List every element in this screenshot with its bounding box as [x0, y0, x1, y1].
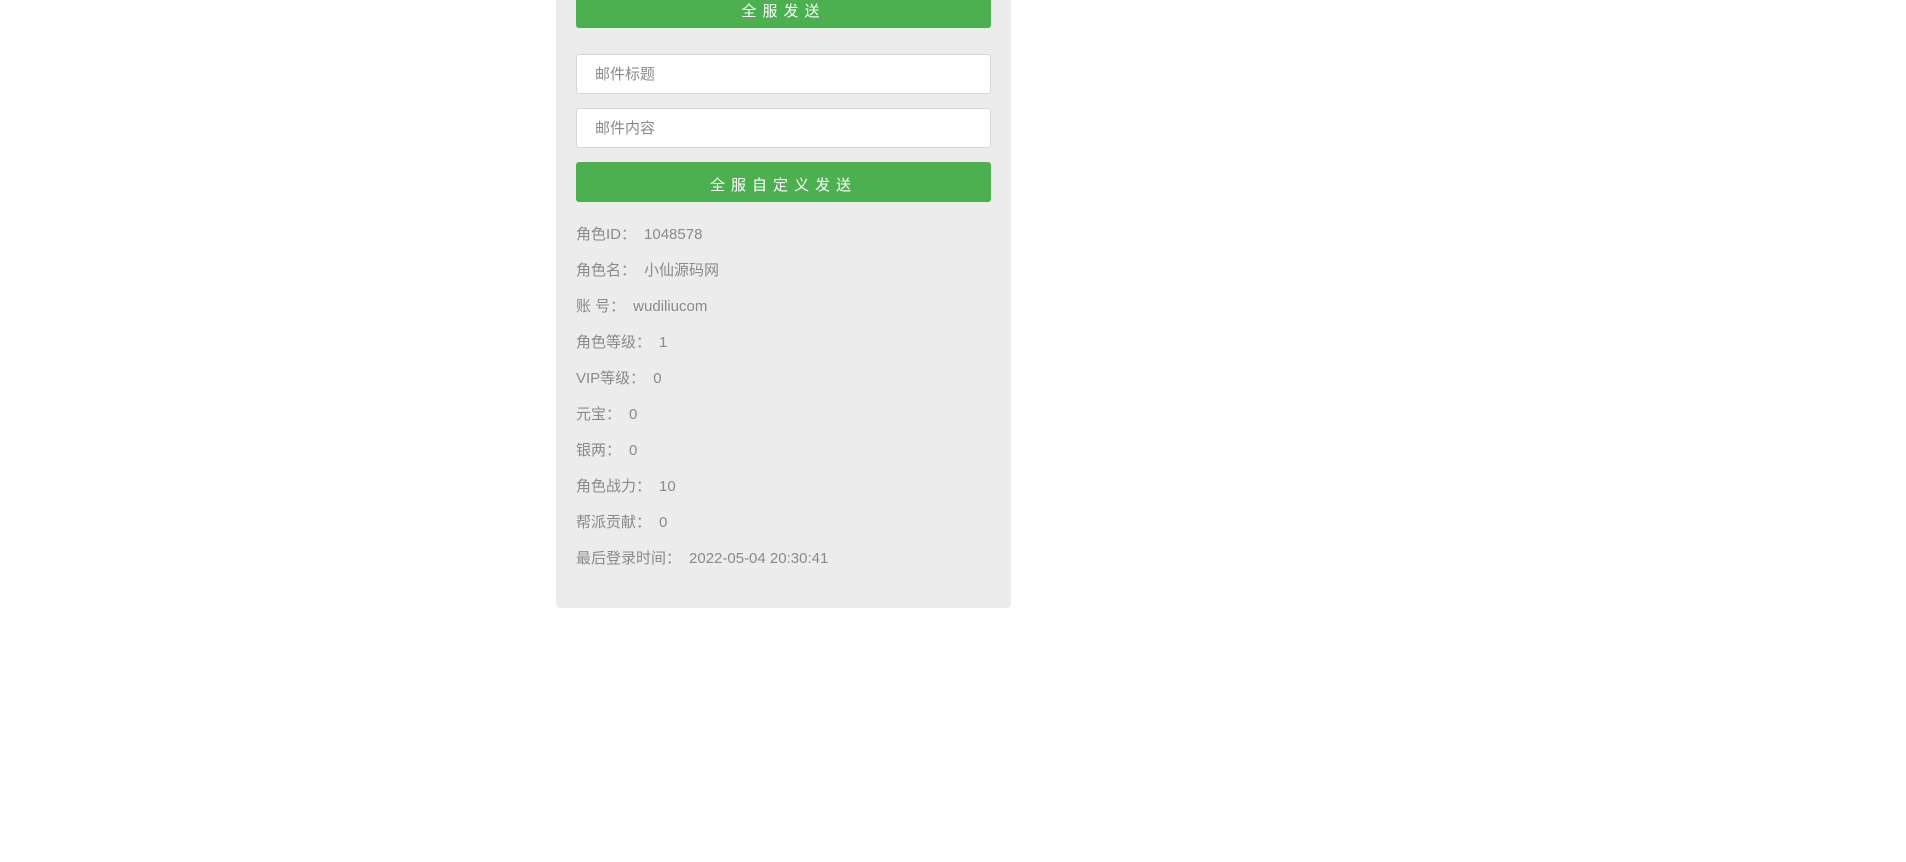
vip-level-row: VIP等级： 0 — [576, 370, 991, 388]
character-info-list: 角色ID： 1048578 角色名： 小仙源码网 账 号： wudiliucom 角色… — [576, 226, 991, 568]
mail-content-input[interactable] — [576, 108, 991, 148]
account-value: wudiliucom — [633, 298, 707, 315]
silver-row: 银两： 0 — [576, 442, 991, 460]
yuanbao-row: 元宝： 0 — [576, 406, 991, 424]
guild-row: 帮派贡献： 0 — [576, 514, 991, 532]
role-name-label: 角色名： — [576, 262, 636, 279]
role-name-value: 小仙源码网 — [644, 262, 719, 279]
account-row: 账 号： wudiliucom — [576, 298, 991, 316]
power-value: 10 — [659, 478, 676, 495]
power-label: 角色战力： — [576, 478, 651, 495]
role-level-value: 1 — [659, 334, 667, 351]
role-level-label: 角色等级： — [576, 334, 651, 351]
power-row: 角色战力： 10 — [576, 478, 991, 496]
silver-label: 银两： — [576, 442, 621, 459]
admin-panel: 全服发送 全服自定义发送 角色ID： 1048578 角色名： 小仙源码网 账 号：… — [556, 0, 1011, 608]
last-login-row: 最后登录时间： 2022-05-04 20:30:41 — [576, 550, 991, 568]
mail-title-input[interactable] — [576, 54, 991, 94]
yuanbao-value: 0 — [629, 406, 637, 423]
guild-label: 帮派贡献： — [576, 514, 651, 531]
server-send-button[interactable]: 全服发送 — [576, 0, 991, 28]
yuanbao-label: 元宝： — [576, 406, 621, 423]
server-custom-send-button[interactable]: 全服自定义发送 — [576, 162, 991, 202]
vip-level-value: 0 — [653, 370, 661, 387]
role-id-value: 1048578 — [644, 226, 702, 243]
account-label: 账 号： — [576, 298, 625, 315]
guild-value: 0 — [659, 514, 667, 531]
last-login-value: 2022-05-04 20:30:41 — [689, 550, 828, 567]
role-id-row: 角色ID： 1048578 — [576, 226, 991, 244]
role-name-row: 角色名： 小仙源码网 — [576, 262, 991, 280]
silver-value: 0 — [629, 442, 637, 459]
role-level-row: 角色等级： 1 — [576, 334, 991, 352]
last-login-label: 最后登录时间： — [576, 550, 681, 567]
vip-level-label: VIP等级： — [576, 370, 645, 387]
role-id-label: 角色ID： — [576, 226, 636, 243]
